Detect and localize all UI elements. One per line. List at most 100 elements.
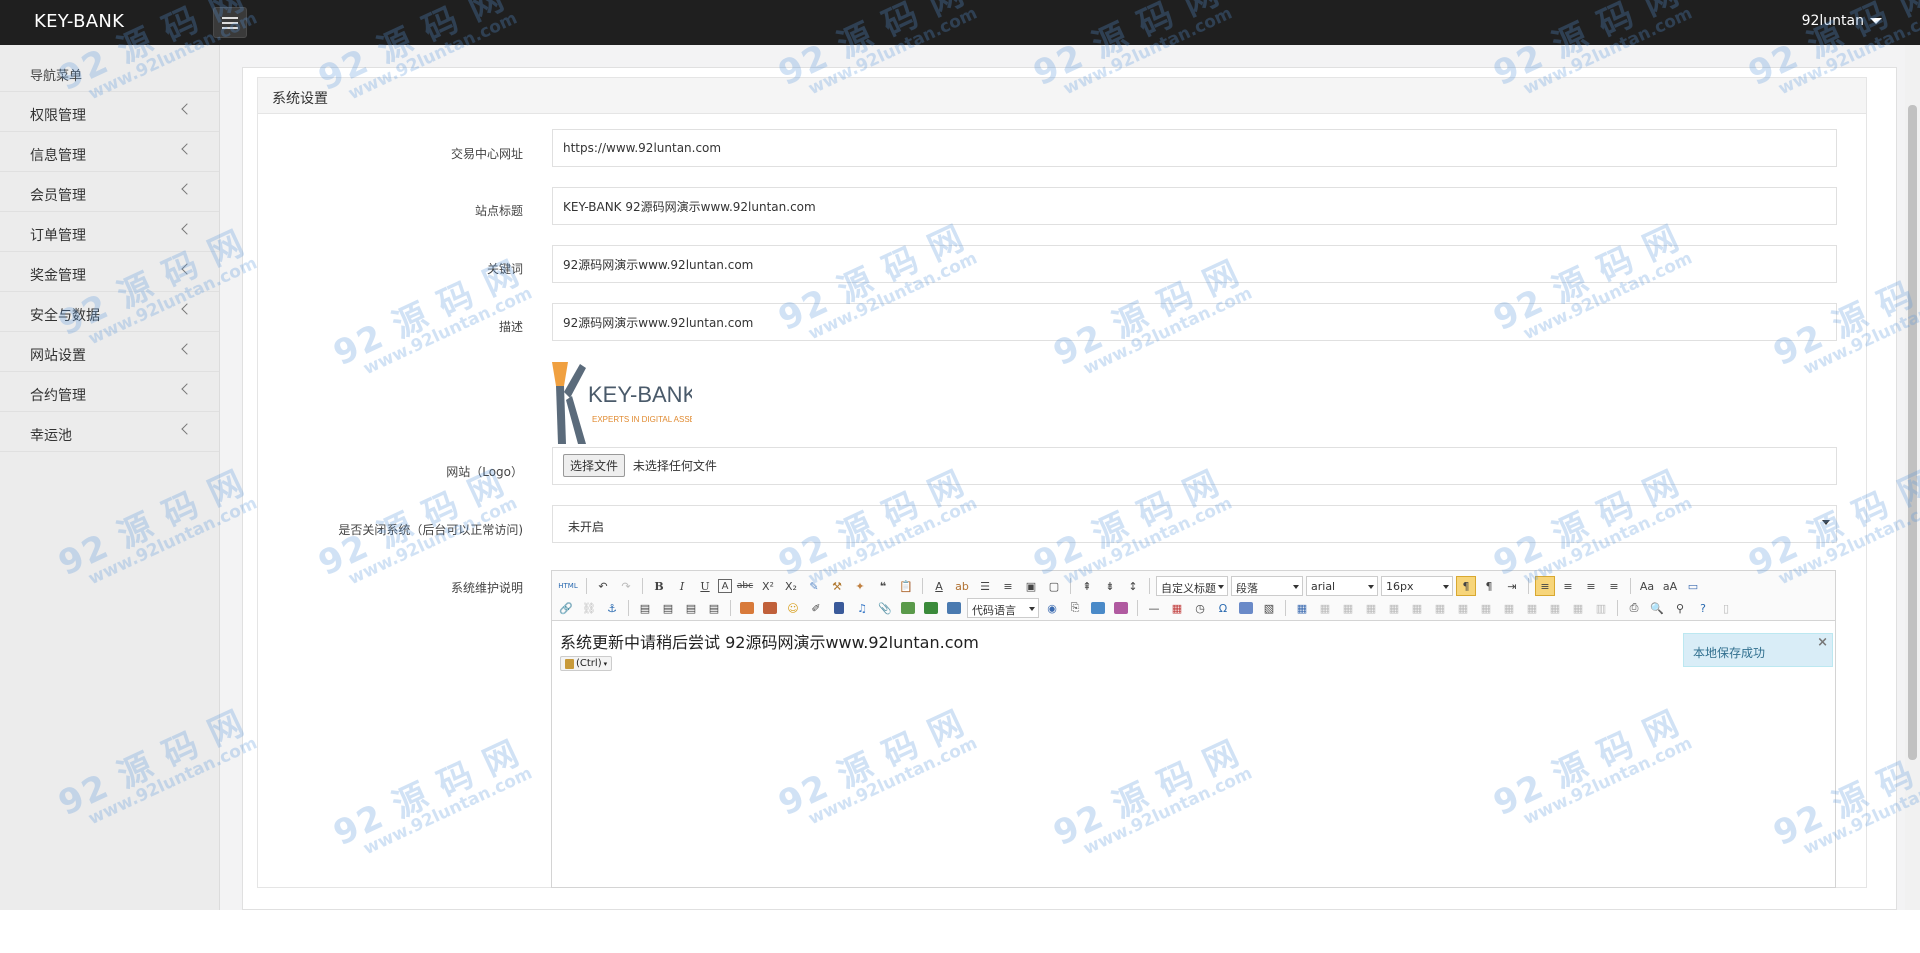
close-icon[interactable]: × xyxy=(1817,635,1828,650)
merge-down-icon[interactable]: ▦ xyxy=(1499,598,1519,618)
image-center-icon[interactable]: ▤ xyxy=(704,598,724,618)
sidebar-item-orders[interactable]: 订单管理 xyxy=(0,212,219,252)
insert-video-icon[interactable] xyxy=(829,598,849,618)
choose-file-button[interactable]: 选择文件 xyxy=(563,454,626,477)
chart-icon[interactable]: ▥ xyxy=(1591,598,1611,618)
insert-paragraph-before-table-icon[interactable]: ▦ xyxy=(1338,598,1358,618)
description-field[interactable] xyxy=(552,303,1837,341)
ordered-list-icon[interactable]: ☰ xyxy=(975,576,995,596)
redo-icon[interactable]: ↷ xyxy=(616,576,636,596)
sidebar-item-bonus[interactable]: 奖金管理 xyxy=(0,252,219,292)
unlink-icon[interactable]: ⛓ xyxy=(579,598,599,618)
exchange-url-field[interactable] xyxy=(552,129,1837,167)
font-family-combo[interactable]: arial xyxy=(1306,576,1378,596)
background-color-icon[interactable]: ab xyxy=(952,576,972,596)
tolowercase-icon[interactable]: aA xyxy=(1660,576,1680,596)
image-left-icon[interactable]: ▤ xyxy=(658,598,678,618)
clear-format-icon[interactable]: ✦ xyxy=(850,576,870,596)
font-border-icon[interactable]: A xyxy=(718,579,732,593)
insert-table-icon[interactable]: ▦ xyxy=(1292,598,1312,618)
site-title-field[interactable] xyxy=(552,187,1837,225)
link-icon[interactable]: 🔗 xyxy=(556,598,576,618)
merge-right-icon[interactable]: ▦ xyxy=(1476,598,1496,618)
special-chars-icon[interactable]: Ω xyxy=(1213,598,1233,618)
split-cells-icon[interactable]: ▦ xyxy=(1522,598,1542,618)
font-color-icon[interactable]: A xyxy=(929,576,949,596)
italic-icon[interactable]: I xyxy=(672,576,692,596)
exchange-url-input[interactable] xyxy=(563,141,1836,155)
page-scrollbar[interactable] xyxy=(1905,45,1920,910)
keywords-input[interactable] xyxy=(563,257,1836,271)
sidebar-item-lucky-pool[interactable]: 幸运池 xyxy=(0,412,219,452)
rtl-direction-icon[interactable]: ¶ xyxy=(1479,576,1499,596)
scrollbar-thumb[interactable] xyxy=(1908,105,1917,760)
date-icon[interactable]: ▦ xyxy=(1167,598,1187,618)
image-right-icon[interactable]: ▤ xyxy=(681,598,701,618)
emotion-icon[interactable]: ☺ xyxy=(783,598,803,618)
paste-options-chip[interactable]: (Ctrl) ▾ xyxy=(560,656,613,671)
ltr-direction-icon[interactable]: ¶ xyxy=(1456,576,1476,596)
wordimage-icon[interactable] xyxy=(1236,598,1256,618)
line-height-icon[interactable]: ↕ xyxy=(1123,576,1143,596)
split-rows-icon[interactable]: ▦ xyxy=(1545,598,1565,618)
align-left-icon[interactable]: ≡ xyxy=(1535,576,1555,596)
align-justify-icon[interactable]: ≡ xyxy=(1604,576,1624,596)
drafts-icon[interactable]: ▯ xyxy=(1716,598,1736,618)
anchor-icon[interactable]: ⚓ xyxy=(602,598,622,618)
keywords-field[interactable] xyxy=(552,245,1837,283)
fullscreen-icon[interactable]: ▭ xyxy=(1683,576,1703,596)
help-icon[interactable]: ? xyxy=(1693,598,1713,618)
select-all-icon[interactable]: ▣ xyxy=(1021,576,1041,596)
touppercase-icon[interactable]: Aa xyxy=(1637,576,1657,596)
pagebreak-icon[interactable]: ⎘ xyxy=(1065,598,1085,618)
custom-style-combo[interactable]: 自定义标题 xyxy=(1156,576,1228,596)
scrawl-icon[interactable]: ✐ xyxy=(806,598,826,618)
align-center-icon[interactable]: ≡ xyxy=(1558,576,1578,596)
sidebar-item-info[interactable]: 信息管理 xyxy=(0,132,219,172)
delete-col-icon[interactable]: ▦ xyxy=(1430,598,1450,618)
preview-icon[interactable]: 🔍 xyxy=(1647,598,1667,618)
editor-content-area[interactable]: 系统更新中请稍后尝试 92源码网演示www.92luntan.com (Ctrl… xyxy=(552,621,1835,681)
snapscreen-icon[interactable]: ▧ xyxy=(1259,598,1279,618)
superscript-icon[interactable]: X² xyxy=(758,576,778,596)
merge-cells-icon[interactable]: ▦ xyxy=(1453,598,1473,618)
undo-icon[interactable]: ↶ xyxy=(593,576,613,596)
site-title-input[interactable] xyxy=(563,199,1836,213)
clear-doc-icon[interactable]: ▢ xyxy=(1044,576,1064,596)
delete-table-icon[interactable]: ▦ xyxy=(1315,598,1335,618)
simple-upload-icon[interactable] xyxy=(737,598,757,618)
html-source-button[interactable]: HTML xyxy=(556,576,580,596)
underline-icon[interactable]: U xyxy=(695,576,715,596)
music-icon[interactable]: ♫ xyxy=(852,598,872,618)
close-system-select[interactable]: 未开启 xyxy=(552,505,1837,543)
brand-logo-text[interactable]: KEY-BANK xyxy=(34,11,124,32)
strikethrough-icon[interactable]: abc xyxy=(735,576,755,596)
image-none-icon[interactable]: ▤ xyxy=(635,598,655,618)
indent-icon[interactable]: ⇥ xyxy=(1502,576,1522,596)
search-replace-icon[interactable]: ⚲ xyxy=(1670,598,1690,618)
gmap-icon[interactable] xyxy=(921,598,941,618)
row-spacing-top-icon[interactable]: ⇞ xyxy=(1077,576,1097,596)
user-menu[interactable]: 92luntan xyxy=(1802,13,1882,29)
subscript-icon[interactable]: X₂ xyxy=(781,576,801,596)
paragraph-combo[interactable]: 段落 xyxy=(1231,576,1303,596)
horizontal-rule-icon[interactable]: — xyxy=(1144,598,1164,618)
sidebar-toggle-button[interactable] xyxy=(213,7,247,38)
print-icon[interactable]: ⎙ xyxy=(1624,598,1644,618)
template-icon[interactable] xyxy=(1088,598,1108,618)
time-icon[interactable]: ◷ xyxy=(1190,598,1210,618)
row-spacing-bottom-icon[interactable]: ⇟ xyxy=(1100,576,1120,596)
blockquote-icon[interactable]: ❝ xyxy=(873,576,893,596)
code-language-combo[interactable]: 代码语言 xyxy=(967,598,1039,618)
sidebar-item-security[interactable]: 安全与数据 xyxy=(0,292,219,332)
insert-frame-icon[interactable] xyxy=(944,598,964,618)
map-icon[interactable] xyxy=(898,598,918,618)
webapp-icon[interactable]: ◉ xyxy=(1042,598,1062,618)
insert-col-icon[interactable]: ▦ xyxy=(1407,598,1427,618)
sidebar-item-contracts[interactable]: 合约管理 xyxy=(0,372,219,412)
insert-image-icon[interactable] xyxy=(760,598,780,618)
insert-row-icon[interactable]: ▦ xyxy=(1361,598,1381,618)
sidebar-item-members[interactable]: 会员管理 xyxy=(0,172,219,212)
sidebar-item-site-settings[interactable]: 网站设置 xyxy=(0,332,219,372)
attachment-icon[interactable]: 📎 xyxy=(875,598,895,618)
